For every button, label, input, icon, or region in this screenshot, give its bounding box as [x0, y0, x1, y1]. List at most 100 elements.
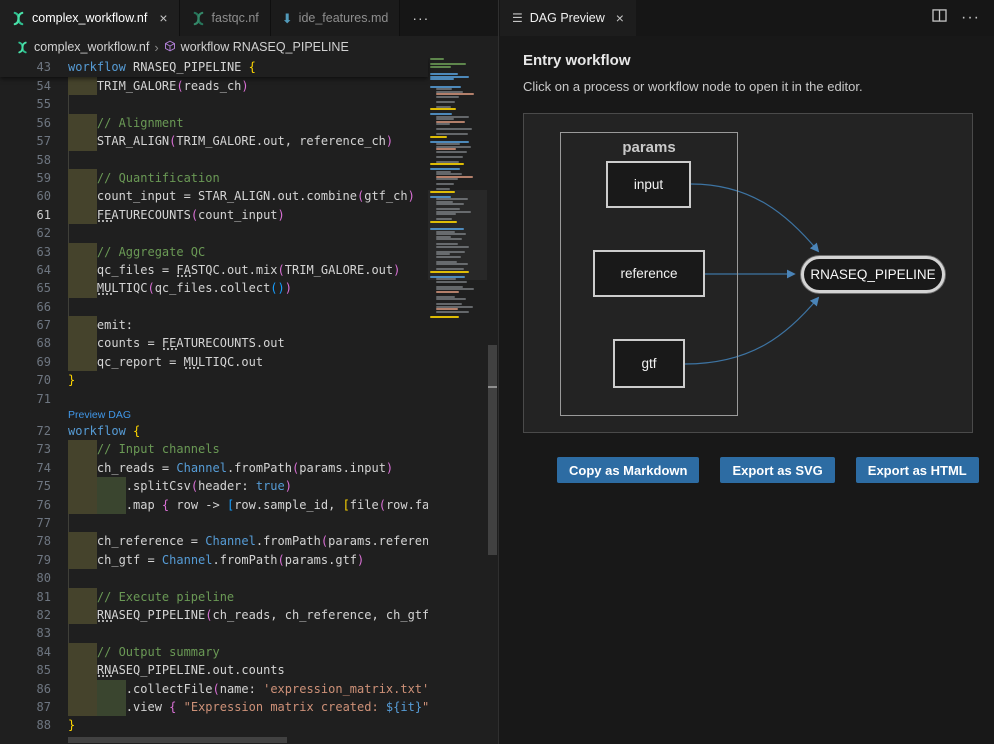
code-line[interactable]: 74ch_reads = Channel.fromPath(params.inp…	[0, 459, 428, 477]
export-html-button[interactable]: Export as HTML	[856, 457, 979, 483]
line-text[interactable]: qc_files = FASTQC.out.mix(TRIM_GALORE.ou…	[68, 261, 428, 279]
code-line[interactable]: 54TRIM_GALORE(reads_ch)	[0, 77, 428, 95]
code-line[interactable]: 84// Output summary	[0, 643, 428, 661]
line-text[interactable]: // Input channels	[68, 440, 428, 458]
line-text[interactable]: STAR_ALIGN(TRIM_GALORE.out, reference_ch…	[68, 132, 428, 150]
code-line[interactable]: 67emit:	[0, 316, 428, 334]
code-editor[interactable]: 43workflow RNASEQ_PIPELINE { 54TRIM_GALO…	[0, 58, 498, 744]
line-text[interactable]	[68, 624, 428, 642]
panel-tab-dag-preview[interactable]: ☰ DAG Preview ×	[500, 0, 636, 36]
code-line[interactable]: 77	[0, 514, 428, 532]
line-text[interactable]	[68, 569, 428, 587]
vertical-scrollbar[interactable]	[487, 58, 498, 744]
line-text[interactable]: // Quantification	[68, 169, 428, 187]
code-line[interactable]: 76.map { row -> [row.sample_id, [file(ro…	[0, 496, 428, 514]
node-reference[interactable]: reference	[593, 250, 705, 297]
line-text[interactable]: counts = FEATURECOUNTS.out	[68, 334, 428, 352]
code-line[interactable]: 55	[0, 95, 428, 113]
line-text[interactable]: }	[68, 716, 428, 734]
code-line[interactable]: 82RNASEQ_PIPELINE(ch_reads, ch_reference…	[0, 606, 428, 624]
line-text[interactable]: ch_reads = Channel.fromPath(params.input…	[68, 459, 428, 477]
line-text[interactable]: FEATURECOUNTS(count_input)	[68, 206, 428, 224]
line-text[interactable]: // Output summary	[68, 643, 428, 661]
node-input[interactable]: input	[606, 161, 691, 208]
code-line[interactable]: 65MULTIQC(qc_files.collect())	[0, 279, 428, 297]
line-text[interactable]: .view { "Expression matrix created: ${it…	[68, 698, 428, 716]
line-text[interactable]: }	[68, 371, 428, 389]
line-text[interactable]: TRIM_GALORE(reads_ch)	[68, 77, 428, 95]
code-line[interactable]: 57STAR_ALIGN(TRIM_GALORE.out, reference_…	[0, 132, 428, 150]
line-text[interactable]: workflow RNASEQ_PIPELINE {	[68, 58, 256, 76]
sticky-code-line[interactable]: 43workflow RNASEQ_PIPELINE {	[0, 58, 256, 76]
vertical-scrollbar-thumb[interactable]	[488, 345, 497, 555]
line-text[interactable]: workflow {	[68, 422, 428, 440]
horizontal-scrollbar[interactable]	[0, 736, 428, 744]
code-line[interactable]: 61FEATURECOUNTS(count_input)	[0, 206, 428, 224]
breadcrumb-file[interactable]: complex_workflow.nf	[34, 40, 149, 54]
code-line[interactable]: 64qc_files = FASTQC.out.mix(TRIM_GALORE.…	[0, 261, 428, 279]
code-line[interactable]: 56// Alignment	[0, 114, 428, 132]
code-line[interactable]: 68counts = FEATURECOUNTS.out	[0, 334, 428, 352]
line-text[interactable]: count_input = STAR_ALIGN.out.combine(gtf…	[68, 187, 428, 205]
code-line[interactable]: 62	[0, 224, 428, 242]
codelens-row: Preview DAG	[0, 408, 428, 422]
line-text[interactable]: qc_report = MULTIQC.out	[68, 353, 428, 371]
horizontal-scrollbar-thumb[interactable]	[68, 737, 287, 743]
line-text[interactable]: .collectFile(name: 'expression_matrix.tx…	[68, 680, 428, 698]
code-line[interactable]: 72workflow {	[0, 422, 428, 440]
code-line[interactable]: 59// Quantification	[0, 169, 428, 187]
line-text[interactable]: MULTIQC(qc_files.collect())	[68, 279, 428, 297]
code-line[interactable]: 81// Execute pipeline	[0, 588, 428, 606]
code-line[interactable]: 70}	[0, 371, 428, 389]
code-line[interactable]: 60count_input = STAR_ALIGN.out.combine(g…	[0, 187, 428, 205]
code-line[interactable]: 86.collectFile(name: 'expression_matrix.…	[0, 680, 428, 698]
line-text[interactable]	[68, 514, 428, 532]
copy-markdown-button[interactable]: Copy as Markdown	[557, 457, 699, 483]
export-svg-button[interactable]: Export as SVG	[720, 457, 834, 483]
line-text[interactable]	[68, 95, 428, 113]
line-text[interactable]: // Aggregate QC	[68, 243, 428, 261]
code-line[interactable]: 69qc_report = MULTIQC.out	[0, 353, 428, 371]
code-line[interactable]: 79ch_gtf = Channel.fromPath(params.gtf)	[0, 551, 428, 569]
tab-overflow-button[interactable]: ···	[400, 0, 441, 36]
more-actions-icon[interactable]: ···	[961, 9, 980, 27]
minimap[interactable]	[428, 58, 487, 744]
line-text[interactable]	[68, 151, 428, 169]
line-text[interactable]: ch_reference = Channel.fromPath(params.r…	[68, 532, 428, 550]
line-text[interactable]: RNASEQ_PIPELINE(ch_reads, ch_reference, …	[68, 606, 428, 624]
line-text[interactable]	[68, 224, 428, 242]
code-line[interactable]: 78ch_reference = Channel.fromPath(params…	[0, 532, 428, 550]
editor-tab-ide-features[interactable]: ⬇ ide_features.md	[271, 0, 401, 36]
line-text[interactable]: emit:	[68, 316, 428, 334]
code-content[interactable]: 54TRIM_GALORE(reads_ch)5556// Alignment5…	[0, 77, 428, 736]
close-icon[interactable]: ×	[159, 11, 167, 25]
line-text[interactable]: // Execute pipeline	[68, 588, 428, 606]
code-line[interactable]: 85RNASEQ_PIPELINE.out.counts	[0, 661, 428, 679]
line-text[interactable]: .splitCsv(header: true)	[68, 477, 428, 495]
code-line[interactable]: 83	[0, 624, 428, 642]
line-text[interactable]	[68, 298, 428, 316]
code-line[interactable]: 80	[0, 569, 428, 587]
node-gtf[interactable]: gtf	[613, 339, 685, 388]
code-line[interactable]: 71	[0, 390, 428, 408]
line-text[interactable]: // Alignment	[68, 114, 428, 132]
panel-close-icon[interactable]: ×	[616, 10, 624, 26]
code-line[interactable]: 58	[0, 151, 428, 169]
line-text[interactable]: RNASEQ_PIPELINE.out.counts	[68, 661, 428, 679]
code-line[interactable]: 63// Aggregate QC	[0, 243, 428, 261]
code-line[interactable]: 75.splitCsv(header: true)	[0, 477, 428, 495]
line-text[interactable]: .map { row -> [row.sample_id, [file(row.…	[68, 496, 428, 514]
line-text[interactable]: ch_gtf = Channel.fromPath(params.gtf)	[68, 551, 428, 569]
code-line[interactable]: 73// Input channels	[0, 440, 428, 458]
line-text[interactable]	[68, 390, 428, 408]
editor-tab-complex-workflow[interactable]: complex_workflow.nf ×	[0, 0, 180, 36]
code-line[interactable]: 88}	[0, 716, 428, 734]
editor-tab-fastqc[interactable]: fastqc.nf	[180, 0, 271, 36]
code-line[interactable]: 66	[0, 298, 428, 316]
split-editor-icon[interactable]	[932, 9, 947, 27]
codelens-preview-dag[interactable]: Preview DAG	[68, 408, 131, 422]
breadcrumb-symbol[interactable]: workflow RNASEQ_PIPELINE	[181, 40, 349, 54]
sticky-scroll-line[interactable]: 43workflow RNASEQ_PIPELINE {	[0, 58, 428, 77]
code-line[interactable]: 87.view { "Expression matrix created: ${…	[0, 698, 428, 716]
node-rnaseq-pipeline[interactable]: RNASEQ_PIPELINE	[801, 256, 945, 293]
